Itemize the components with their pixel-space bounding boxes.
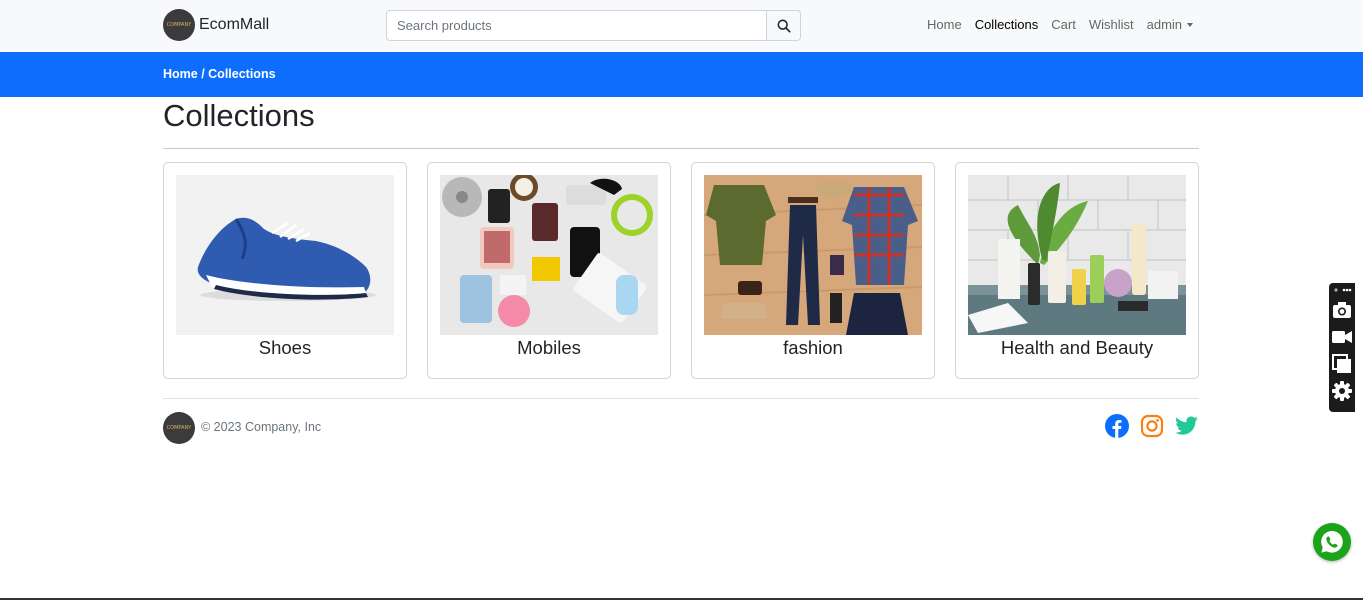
collection-label-mobiles: Mobiles xyxy=(517,337,581,358)
footer-logo[interactable]: COMPANY xyxy=(163,412,195,444)
brand-logo: COMPANY xyxy=(163,9,195,41)
search-icon xyxy=(777,19,791,33)
collection-card-fashion[interactable]: fashion xyxy=(691,162,935,379)
collection-image-shoes xyxy=(176,175,394,335)
user-menu-dropdown[interactable]: admin xyxy=(1146,17,1194,32)
search-input[interactable] xyxy=(386,10,768,41)
breadcrumb: Home / Collections xyxy=(163,67,276,81)
brand-link[interactable]: COMPANY EcomMall xyxy=(163,9,269,41)
title-divider xyxy=(163,148,1199,149)
breadcrumb-home[interactable]: Home xyxy=(163,67,198,81)
collection-image-health-and-beauty xyxy=(968,175,1186,335)
nav-collections[interactable]: Collections xyxy=(975,17,1039,32)
collection-label-fashion: fashion xyxy=(783,337,843,358)
brand-name: EcomMall xyxy=(199,16,270,33)
user-menu-label: admin xyxy=(1146,17,1183,32)
collection-card-shoes[interactable]: Shoes xyxy=(163,162,407,379)
breadcrumb-current[interactable]: Collections xyxy=(208,67,275,81)
footer-copyright: © 2023 Company, Inc xyxy=(201,420,322,434)
side-toolbar xyxy=(1329,283,1355,412)
collection-image-mobiles xyxy=(440,175,658,335)
caret-down-icon xyxy=(1187,22,1194,27)
whatsapp-icon xyxy=(1321,531,1343,553)
nav-wishlist[interactable]: Wishlist xyxy=(1089,17,1134,32)
gear-icon[interactable] xyxy=(1332,381,1352,401)
nav-links: Home Collections Cart Wishlist admin xyxy=(927,17,1194,32)
collection-card-mobiles[interactable]: Mobiles xyxy=(427,162,671,379)
whatsapp-chat-button[interactable] xyxy=(1313,523,1351,561)
collection-image-fashion xyxy=(704,175,922,335)
breadcrumb-separator: / xyxy=(197,67,209,81)
facebook-icon[interactable] xyxy=(1105,414,1129,438)
page-title: Collections xyxy=(163,98,315,133)
footer-divider xyxy=(163,398,1199,399)
layers-icon[interactable] xyxy=(1332,354,1352,374)
collection-label-health-and-beauty: Health and Beauty xyxy=(1000,337,1154,358)
search-button[interactable] xyxy=(767,10,801,41)
video-icon[interactable] xyxy=(1332,327,1352,347)
more-icon[interactable] xyxy=(1332,285,1352,295)
search-form xyxy=(386,10,801,41)
twitter-icon[interactable] xyxy=(1175,414,1199,438)
instagram-icon[interactable] xyxy=(1140,414,1164,438)
collection-label-shoes: Shoes xyxy=(258,337,312,358)
collection-card-health-and-beauty[interactable]: Health and Beauty xyxy=(955,162,1199,379)
top-navbar: COMPANY EcomMall Home Collections Cart W… xyxy=(0,0,1363,52)
camera-icon[interactable] xyxy=(1332,300,1352,320)
nav-home[interactable]: Home xyxy=(927,17,962,32)
nav-cart[interactable]: Cart xyxy=(1051,17,1076,32)
breadcrumb-bar: Home / Collections xyxy=(0,52,1363,97)
